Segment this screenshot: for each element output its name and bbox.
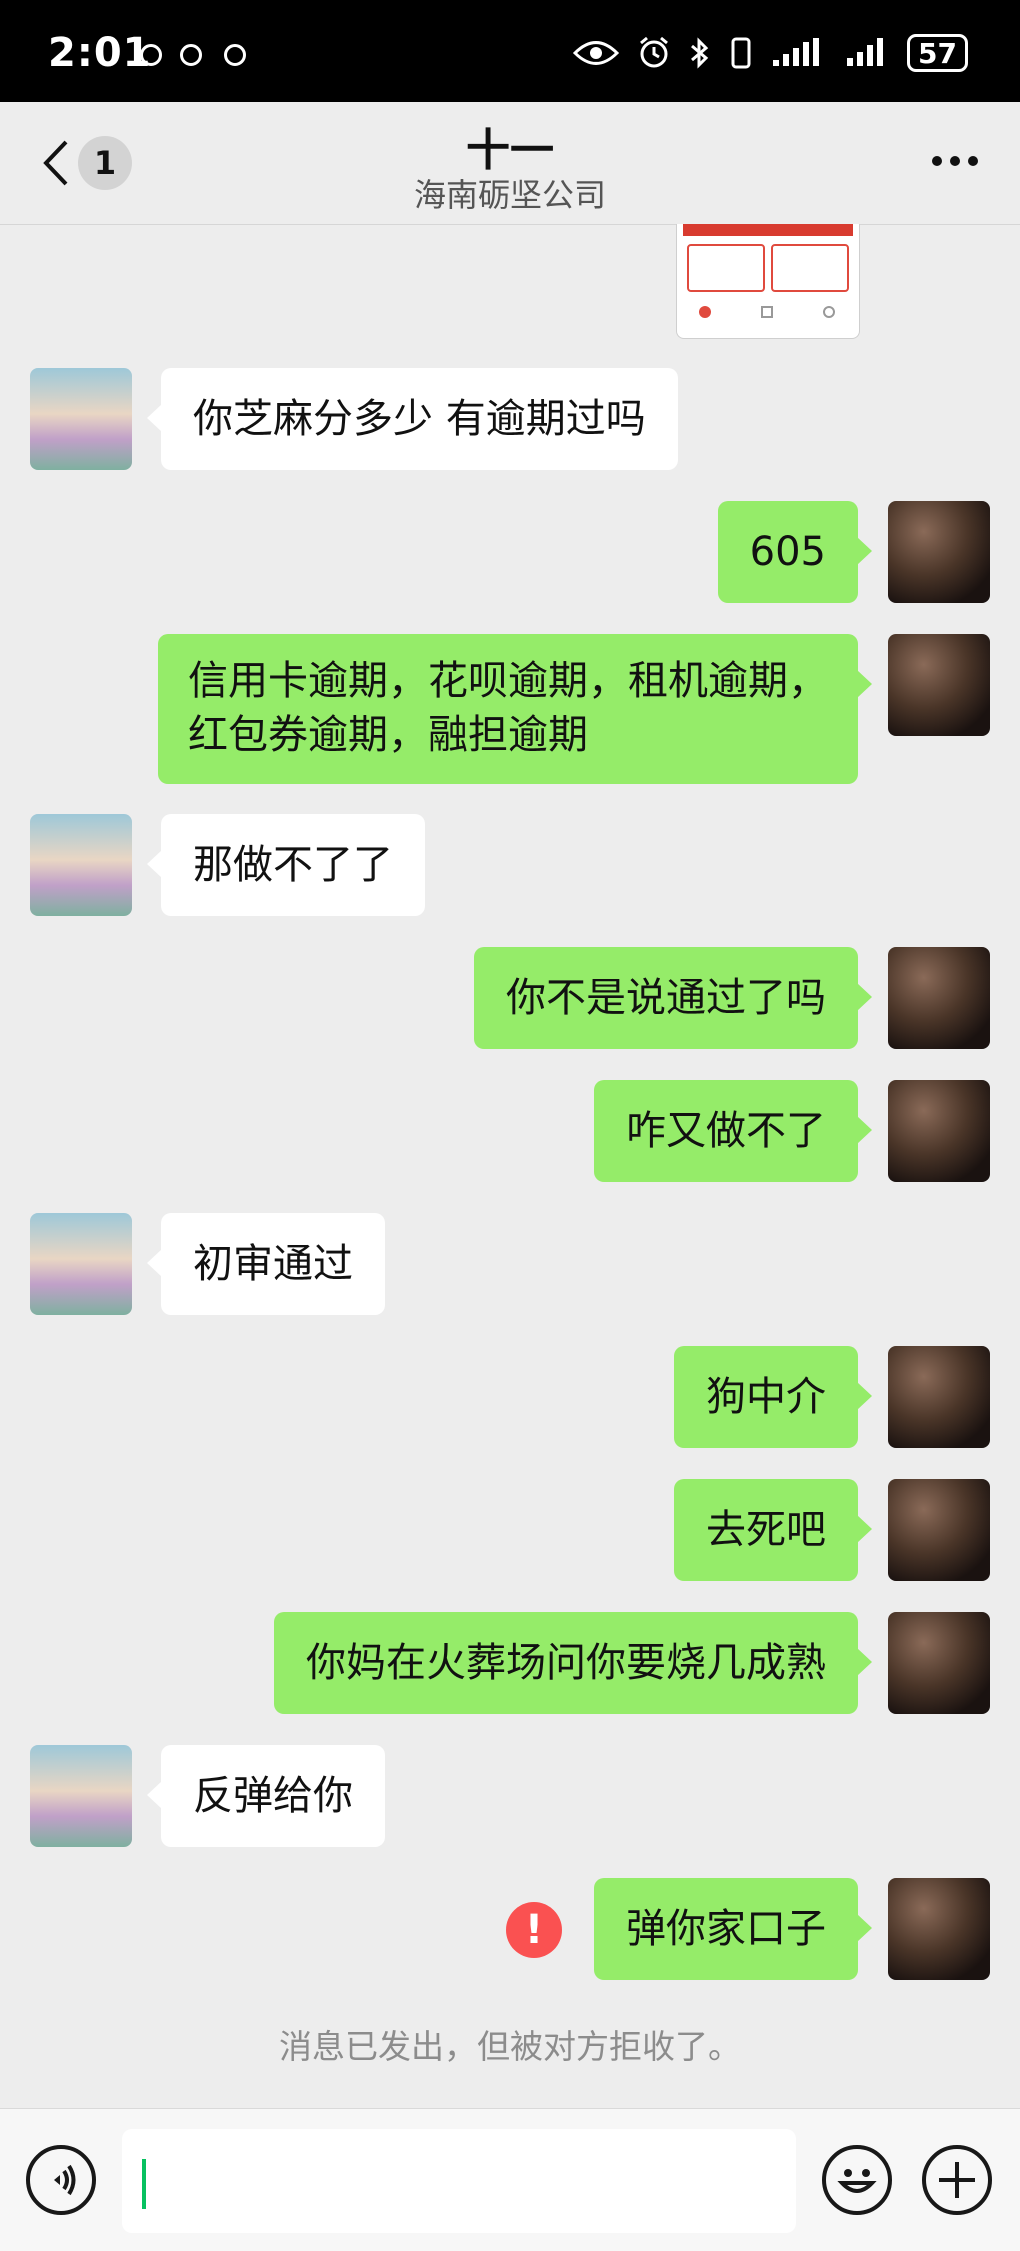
status-bar: 2:01 57 xyxy=(0,0,1020,102)
avatar[interactable] xyxy=(30,1213,132,1315)
notification-icon xyxy=(180,44,202,66)
message-bubble[interactable]: 咋又做不了 xyxy=(594,1080,872,1182)
message-bubble[interactable]: 弹你家口子 xyxy=(594,1878,872,1980)
signal-icon xyxy=(847,38,884,66)
signal-icon xyxy=(773,38,820,66)
notification-icon xyxy=(140,44,162,66)
plus-icon[interactable] xyxy=(922,2145,992,2215)
message-bubble[interactable]: 605 xyxy=(717,501,873,603)
chat-subtitle: 海南砺坚公司 xyxy=(413,176,606,214)
voice-icon[interactable] xyxy=(26,2145,96,2215)
message-input[interactable] xyxy=(122,2129,796,2233)
bluetooth-icon xyxy=(691,37,709,69)
chat-header: 1 十一 海南砺坚公司 xyxy=(0,102,1020,225)
system-notice: 消息已发出，但被对方拒收了。 xyxy=(279,2027,741,2066)
text-caret xyxy=(142,2159,146,2209)
message-bubble[interactable]: 你妈在火葬场问你要烧几成熟 xyxy=(274,1612,872,1714)
input-bar xyxy=(0,2108,1020,2251)
vibrate-icon xyxy=(731,37,751,69)
emoji-icon[interactable] xyxy=(822,2145,892,2215)
avatar[interactable] xyxy=(888,947,990,1049)
message-bubble[interactable]: 狗中介 xyxy=(674,1346,872,1448)
avatar[interactable] xyxy=(30,814,132,916)
message-line: 信用卡逾期，花呗逾期，租机逾期， xyxy=(188,658,828,704)
alarm-icon xyxy=(640,36,668,68)
avatar[interactable] xyxy=(30,368,132,470)
image-message-thumbnail[interactable] xyxy=(676,224,860,339)
more-icon[interactable] xyxy=(930,154,980,168)
error-icon[interactable]: ! xyxy=(506,1902,562,1958)
status-time: 2:01 xyxy=(48,30,152,76)
eye-icon xyxy=(573,41,620,65)
message-line: 红包券逾期，融担逾期 xyxy=(188,712,588,758)
message-bubble[interactable]: 那做不了了 xyxy=(147,814,425,916)
message-bubble[interactable]: 去死吧 xyxy=(674,1479,872,1581)
battery-icon: 57 xyxy=(907,34,968,72)
message-bubble[interactable]: 你不是说通过了吗 xyxy=(474,947,872,1049)
avatar[interactable] xyxy=(888,501,990,603)
message-bubble[interactable]: 反弹给你 xyxy=(147,1745,385,1847)
message-bubble[interactable]: 信用卡逾期，花呗逾期，租机逾期， 红包券逾期，融担逾期 xyxy=(158,634,872,784)
avatar[interactable] xyxy=(888,1080,990,1182)
avatar[interactable] xyxy=(888,1346,990,1448)
notification-icon xyxy=(224,44,246,66)
chat-title: 十一 xyxy=(466,125,554,176)
avatar[interactable] xyxy=(888,634,990,736)
avatar[interactable] xyxy=(888,1479,990,1581)
message-bubble[interactable]: 初审通过 xyxy=(147,1213,385,1315)
avatar[interactable] xyxy=(888,1612,990,1714)
avatar[interactable] xyxy=(888,1878,990,1980)
message-bubble[interactable]: 你芝麻分多少 有逾期过吗 xyxy=(147,368,678,470)
avatar[interactable] xyxy=(30,1745,132,1847)
